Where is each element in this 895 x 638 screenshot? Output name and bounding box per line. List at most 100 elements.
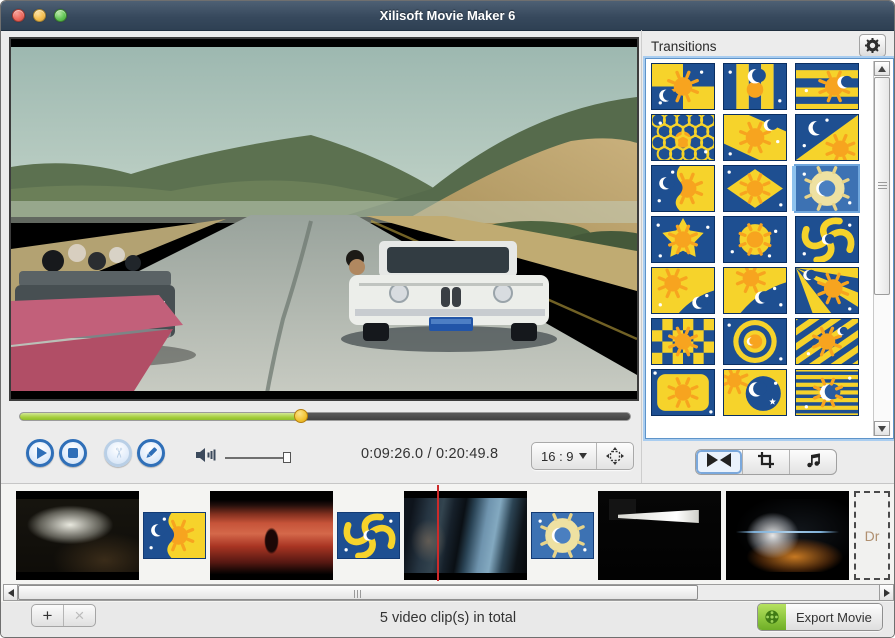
tab-music[interactable]: [789, 450, 836, 474]
transition-thumb-corner-moon-alt[interactable]: [724, 268, 786, 313]
fullscreen-icon: [606, 447, 624, 465]
chevron-down-icon: [579, 453, 587, 459]
close-window-icon[interactable]: [12, 9, 25, 22]
crop-icon: [757, 451, 775, 474]
timeline-transition-wave-split[interactable]: [144, 513, 205, 558]
transition-thumb-blinds[interactable]: [796, 370, 858, 415]
timeline-transition-iris-circle[interactable]: [532, 513, 593, 558]
panel-divider: [641, 30, 642, 483]
play-button[interactable]: [26, 439, 54, 467]
scrollbar-thumb[interactable]: [18, 585, 698, 600]
clip-thumbnail: [404, 491, 527, 580]
timeline-clip-explosion[interactable]: [726, 491, 849, 580]
tab-transition[interactable]: [696, 450, 742, 474]
pencil-icon: [143, 445, 159, 461]
timeline: Dr: [1, 483, 895, 602]
transition-thumb-moon-ball[interactable]: [724, 370, 786, 415]
export-movie-label: Export Movie: [786, 604, 882, 630]
seek-bar[interactable]: [19, 412, 631, 421]
transitions-panel-title: Transitions: [651, 39, 717, 54]
thumb-grip: [878, 182, 887, 189]
playhead[interactable]: [437, 485, 439, 581]
cut-button[interactable]: ✂: [104, 439, 132, 467]
transition-thumb-corner-moon[interactable]: [652, 268, 714, 313]
timeline-track: Dr: [16, 491, 890, 580]
transition-icon: [706, 452, 732, 473]
minimize-window-icon[interactable]: [33, 9, 46, 22]
timeline-clip-projector[interactable]: [16, 491, 139, 580]
timeline-scrollbar[interactable]: [3, 584, 894, 601]
thumb-grip: [354, 590, 361, 598]
transition-thumb-corner-beams[interactable]: [796, 268, 858, 313]
transition-thumb-spiral[interactable]: [796, 217, 858, 262]
volume-slider[interactable]: [225, 457, 291, 459]
music-icon: [805, 452, 821, 473]
transition-thumb-ring[interactable]: [724, 217, 786, 262]
transitions-scrollbar[interactable]: [873, 61, 891, 436]
seek-knob[interactable]: [294, 409, 308, 423]
scissors-icon: ✂: [110, 447, 126, 459]
scrollbar-thumb[interactable]: [874, 77, 890, 295]
transitions-list: [645, 58, 894, 439]
arrow-up-icon: [878, 66, 886, 72]
clip-thumbnail: [726, 491, 849, 580]
timeline-transition-spiral[interactable]: [338, 513, 399, 558]
film-reel-icon: [758, 604, 786, 630]
speaker-icon: [195, 447, 217, 463]
clip-add-remove-control: + ×: [31, 604, 96, 627]
timeline-clip-light-beam[interactable]: [598, 491, 721, 580]
scroll-down-button[interactable]: [874, 421, 890, 436]
transition-thumb-concentric[interactable]: [724, 319, 786, 364]
fullscreen-button[interactable]: [596, 443, 633, 469]
scroll-right-button[interactable]: [879, 584, 894, 601]
transition-thumb-horizontal-zigzag[interactable]: [796, 64, 858, 109]
transition-thumb-wave-split[interactable]: [652, 166, 714, 211]
arrow-left-icon: [8, 589, 14, 597]
time-display: 0:09:26.0 / 0:20:49.8: [361, 446, 521, 462]
timeline-clip-portrait[interactable]: [404, 491, 527, 580]
transition-thumb-frame[interactable]: [652, 370, 714, 415]
transition-thumb-vertical-bars[interactable]: [724, 64, 786, 109]
clip-thumbnail: [210, 491, 333, 580]
transition-thumb-diagonal-stripes[interactable]: [796, 319, 858, 364]
gear-icon: [865, 38, 880, 53]
dropzone-label: Dr: [865, 528, 880, 544]
transition-thumb-diamond[interactable]: [724, 166, 786, 211]
transition-thumb-iris-circle[interactable]: [796, 166, 858, 211]
transition-thumb-diagonal-moon[interactable]: [796, 115, 858, 160]
transitions-grid: [652, 64, 864, 415]
arrow-down-icon: [878, 426, 886, 432]
scroll-up-button[interactable]: [874, 61, 890, 76]
clip-count-status: 5 video clip(s) in total: [248, 610, 648, 626]
app-window: Xilisoft Movie Maker 6: [0, 0, 895, 638]
clip-thumbnail: [598, 491, 721, 580]
stop-icon: [68, 448, 78, 458]
transition-thumb-star[interactable]: [652, 217, 714, 262]
transition-thumb-diagonal-sun[interactable]: [724, 115, 786, 160]
scroll-left-button[interactable]: [3, 584, 18, 601]
bottom-bar: + × 5 video clip(s) in total Export Movi…: [1, 602, 894, 638]
stop-button[interactable]: [59, 439, 87, 467]
title-bar[interactable]: Xilisoft Movie Maker 6: [1, 1, 894, 31]
aspect-ratio-dropdown[interactable]: 16 : 9: [532, 443, 596, 469]
remove-clip-button[interactable]: ×: [63, 605, 95, 626]
transition-thumb-lattice[interactable]: [652, 115, 714, 160]
scrollbar-track[interactable]: [18, 584, 879, 601]
play-icon: [37, 447, 47, 459]
video-frame-art: [11, 39, 637, 399]
edit-button[interactable]: [137, 439, 165, 467]
timeline-clip-red-field[interactable]: [210, 491, 333, 580]
add-clip-button[interactable]: +: [32, 605, 63, 626]
tab-crop[interactable]: [742, 450, 789, 474]
timeline-dropzone[interactable]: Dr: [854, 491, 890, 580]
mode-tabs: [695, 449, 837, 475]
transitions-settings-button[interactable]: [859, 34, 886, 57]
volume-thumb[interactable]: [283, 452, 291, 463]
zoom-window-icon[interactable]: [54, 9, 67, 22]
video-preview: [9, 37, 639, 401]
window-title: Xilisoft Movie Maker 6: [380, 8, 516, 23]
transition-thumb-quad-checker[interactable]: [652, 64, 714, 109]
export-movie-button[interactable]: Export Movie: [757, 603, 883, 631]
clip-thumbnail: [16, 491, 139, 580]
transition-thumb-checkerboard[interactable]: [652, 319, 714, 364]
